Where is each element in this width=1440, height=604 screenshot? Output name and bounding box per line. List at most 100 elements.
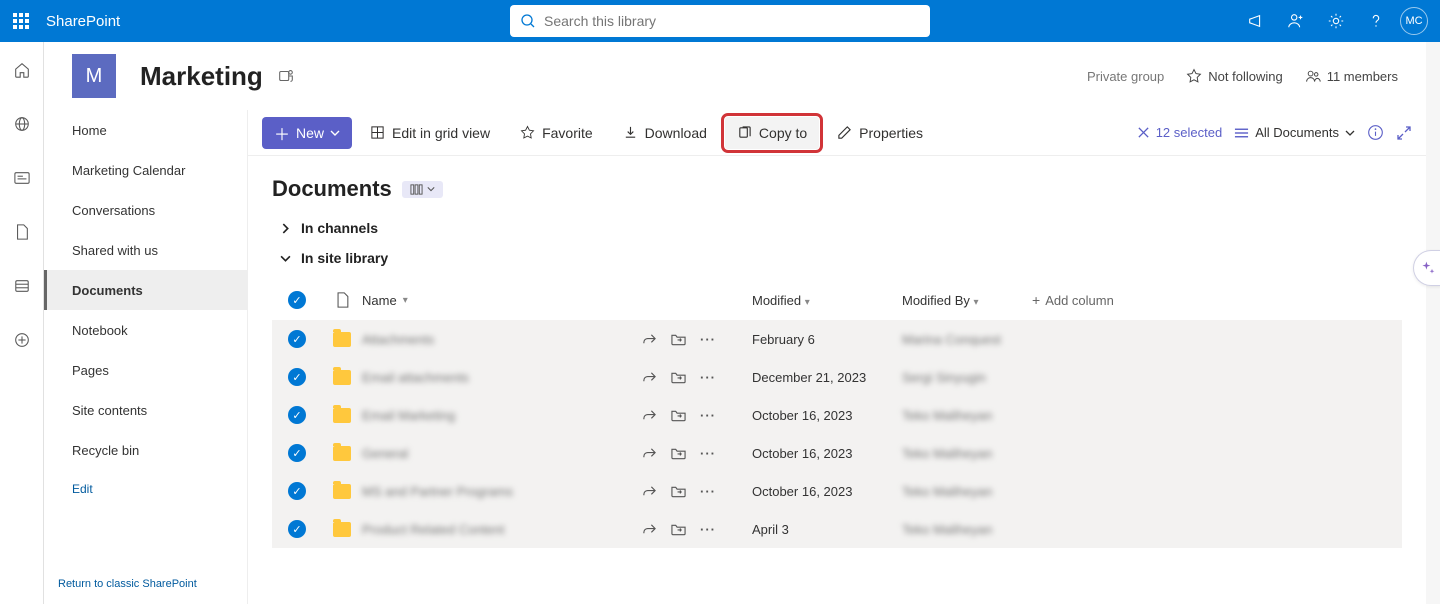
move-icon[interactable]	[671, 370, 686, 385]
members-button[interactable]: 11 members	[1305, 68, 1398, 84]
nav-item-marketing-calendar[interactable]: Marketing Calendar	[44, 150, 247, 190]
section-channels[interactable]: In channels	[272, 220, 1402, 236]
share-icon[interactable]	[642, 522, 657, 537]
row-checkbox[interactable]: ✓	[288, 444, 306, 462]
table-row[interactable]: ✓GeneralOctober 16, 2023Teko Maliheyan	[272, 434, 1402, 472]
classic-link[interactable]: Return to classic SharePoint	[44, 564, 247, 604]
search-box[interactable]	[510, 5, 930, 37]
settings-icon[interactable]	[1320, 5, 1352, 37]
people-icon	[1305, 68, 1321, 84]
item-name[interactable]: Attachments	[362, 332, 434, 347]
row-checkbox[interactable]: ✓	[288, 406, 306, 424]
teams-icon[interactable]	[277, 67, 295, 85]
move-icon[interactable]	[671, 332, 686, 347]
item-name[interactable]: MS and Partner Programs	[362, 484, 513, 499]
site-header: M Marketing Private group Not following …	[44, 42, 1426, 110]
table-row[interactable]: ✓ MS and Partner Programs October 16, 2023…	[272, 472, 1402, 510]
more-icon[interactable]	[700, 484, 716, 499]
avatar[interactable]: MC	[1400, 7, 1428, 35]
new-button[interactable]: ＋ New	[262, 117, 352, 149]
row-checkbox[interactable]: ✓	[288, 330, 306, 348]
help-icon[interactable]	[1360, 5, 1392, 37]
share-icon[interactable]	[642, 484, 657, 499]
download-button[interactable]: Download	[611, 117, 719, 149]
expand-icon[interactable]	[1396, 125, 1412, 141]
info-icon[interactable]	[1367, 124, 1384, 141]
favorite-button[interactable]: Favorite	[508, 117, 605, 149]
share-icon[interactable]	[642, 446, 657, 461]
app-launcher[interactable]	[0, 0, 42, 42]
nav-item-shared-with-us[interactable]: Shared with us	[44, 230, 247, 270]
star-icon	[1186, 68, 1202, 84]
more-icon[interactable]	[700, 332, 716, 347]
add-column[interactable]: +Add column	[1032, 292, 1402, 308]
more-icon[interactable]	[700, 370, 716, 385]
rail-file-icon[interactable]	[6, 216, 38, 248]
follow-button[interactable]: Not following	[1186, 68, 1282, 84]
share-icon[interactable]	[642, 332, 657, 347]
move-icon[interactable]	[671, 522, 686, 537]
more-icon[interactable]	[700, 446, 716, 461]
table-row[interactable]: ✓Email attachmentsDecember 21, 2023Sergi…	[272, 358, 1402, 396]
modified-cell: October 16, 2023	[752, 484, 902, 499]
rail-add-icon[interactable]	[6, 324, 38, 356]
view-selector[interactable]: All Documents	[1234, 125, 1355, 140]
selection-count[interactable]: 12 selected	[1137, 125, 1223, 140]
scrollbar[interactable]	[1426, 42, 1440, 604]
item-name[interactable]: Email Marketing	[362, 408, 455, 423]
copy-icon	[737, 125, 752, 140]
column-name[interactable]: Name▾	[362, 293, 642, 308]
type-column-icon[interactable]	[322, 292, 362, 308]
nav-item-documents[interactable]: Documents	[44, 270, 247, 310]
modified-by-cell: Teko Maliheyan	[902, 522, 992, 537]
modified-by-cell: Teko Maliheyan	[902, 408, 992, 423]
column-modified-by[interactable]: Modified By ▾	[902, 293, 1032, 308]
modified-cell: February 6	[752, 332, 902, 347]
item-name[interactable]: General	[362, 446, 408, 461]
search-input[interactable]	[544, 13, 920, 29]
move-icon[interactable]	[671, 446, 686, 461]
command-bar: ＋ New Edit in grid view Favorite Downloa…	[248, 110, 1426, 156]
view-pill[interactable]	[402, 181, 443, 198]
row-checkbox[interactable]: ✓	[288, 520, 306, 538]
row-checkbox[interactable]: ✓	[288, 482, 306, 500]
item-name[interactable]: Email attachments	[362, 370, 469, 385]
edit-grid-button[interactable]: Edit in grid view	[358, 117, 502, 149]
table-row[interactable]: ✓Product Related ContentApril 3Teko Mali…	[272, 510, 1402, 548]
chevron-right-icon	[280, 223, 291, 234]
row-checkbox[interactable]: ✓	[288, 368, 306, 386]
move-icon[interactable]	[671, 408, 686, 423]
properties-button[interactable]: Properties	[825, 117, 935, 149]
table-header: ✓ Name▾ Modified ▾ Modified By ▾ +Add co…	[272, 280, 1402, 320]
column-modified[interactable]: Modified ▾	[752, 293, 902, 308]
megaphone-icon[interactable]	[1240, 5, 1272, 37]
nav-item-notebook[interactable]: Notebook	[44, 310, 247, 350]
section-library[interactable]: In site library	[272, 250, 1402, 266]
more-icon[interactable]	[700, 408, 716, 423]
more-icon[interactable]	[700, 522, 716, 537]
table-row[interactable]: ✓AttachmentsFebruary 6Marina Conquest	[272, 320, 1402, 358]
page-title: Documents	[272, 176, 392, 202]
rail-list-icon[interactable]	[6, 270, 38, 302]
nav-item-conversations[interactable]: Conversations	[44, 190, 247, 230]
nav-item-pages[interactable]: Pages	[44, 350, 247, 390]
move-icon[interactable]	[671, 484, 686, 499]
table-row[interactable]: ✓Email MarketingOctober 16, 2023Teko Mal…	[272, 396, 1402, 434]
select-all[interactable]: ✓	[272, 291, 322, 309]
site-title: Marketing	[140, 61, 263, 92]
copy-to-button[interactable]: Copy to	[725, 117, 819, 149]
nav-item-recycle-bin[interactable]: Recycle bin	[44, 430, 247, 470]
modified-by-cell: Teko Maliheyan	[902, 484, 992, 499]
nav-edit[interactable]: Edit	[44, 470, 247, 508]
rail-globe-icon[interactable]	[6, 108, 38, 140]
share-icon[interactable]	[642, 408, 657, 423]
person-add-icon[interactable]	[1280, 5, 1312, 37]
nav-item-site-contents[interactable]: Site contents	[44, 390, 247, 430]
rail-news-icon[interactable]	[6, 162, 38, 194]
rail-home-icon[interactable]	[6, 54, 38, 86]
nav-item-home[interactable]: Home	[44, 110, 247, 150]
share-icon[interactable]	[642, 370, 657, 385]
item-name[interactable]: Product Related Content	[362, 522, 504, 537]
folder-icon	[322, 484, 362, 499]
folder-icon	[322, 522, 362, 537]
